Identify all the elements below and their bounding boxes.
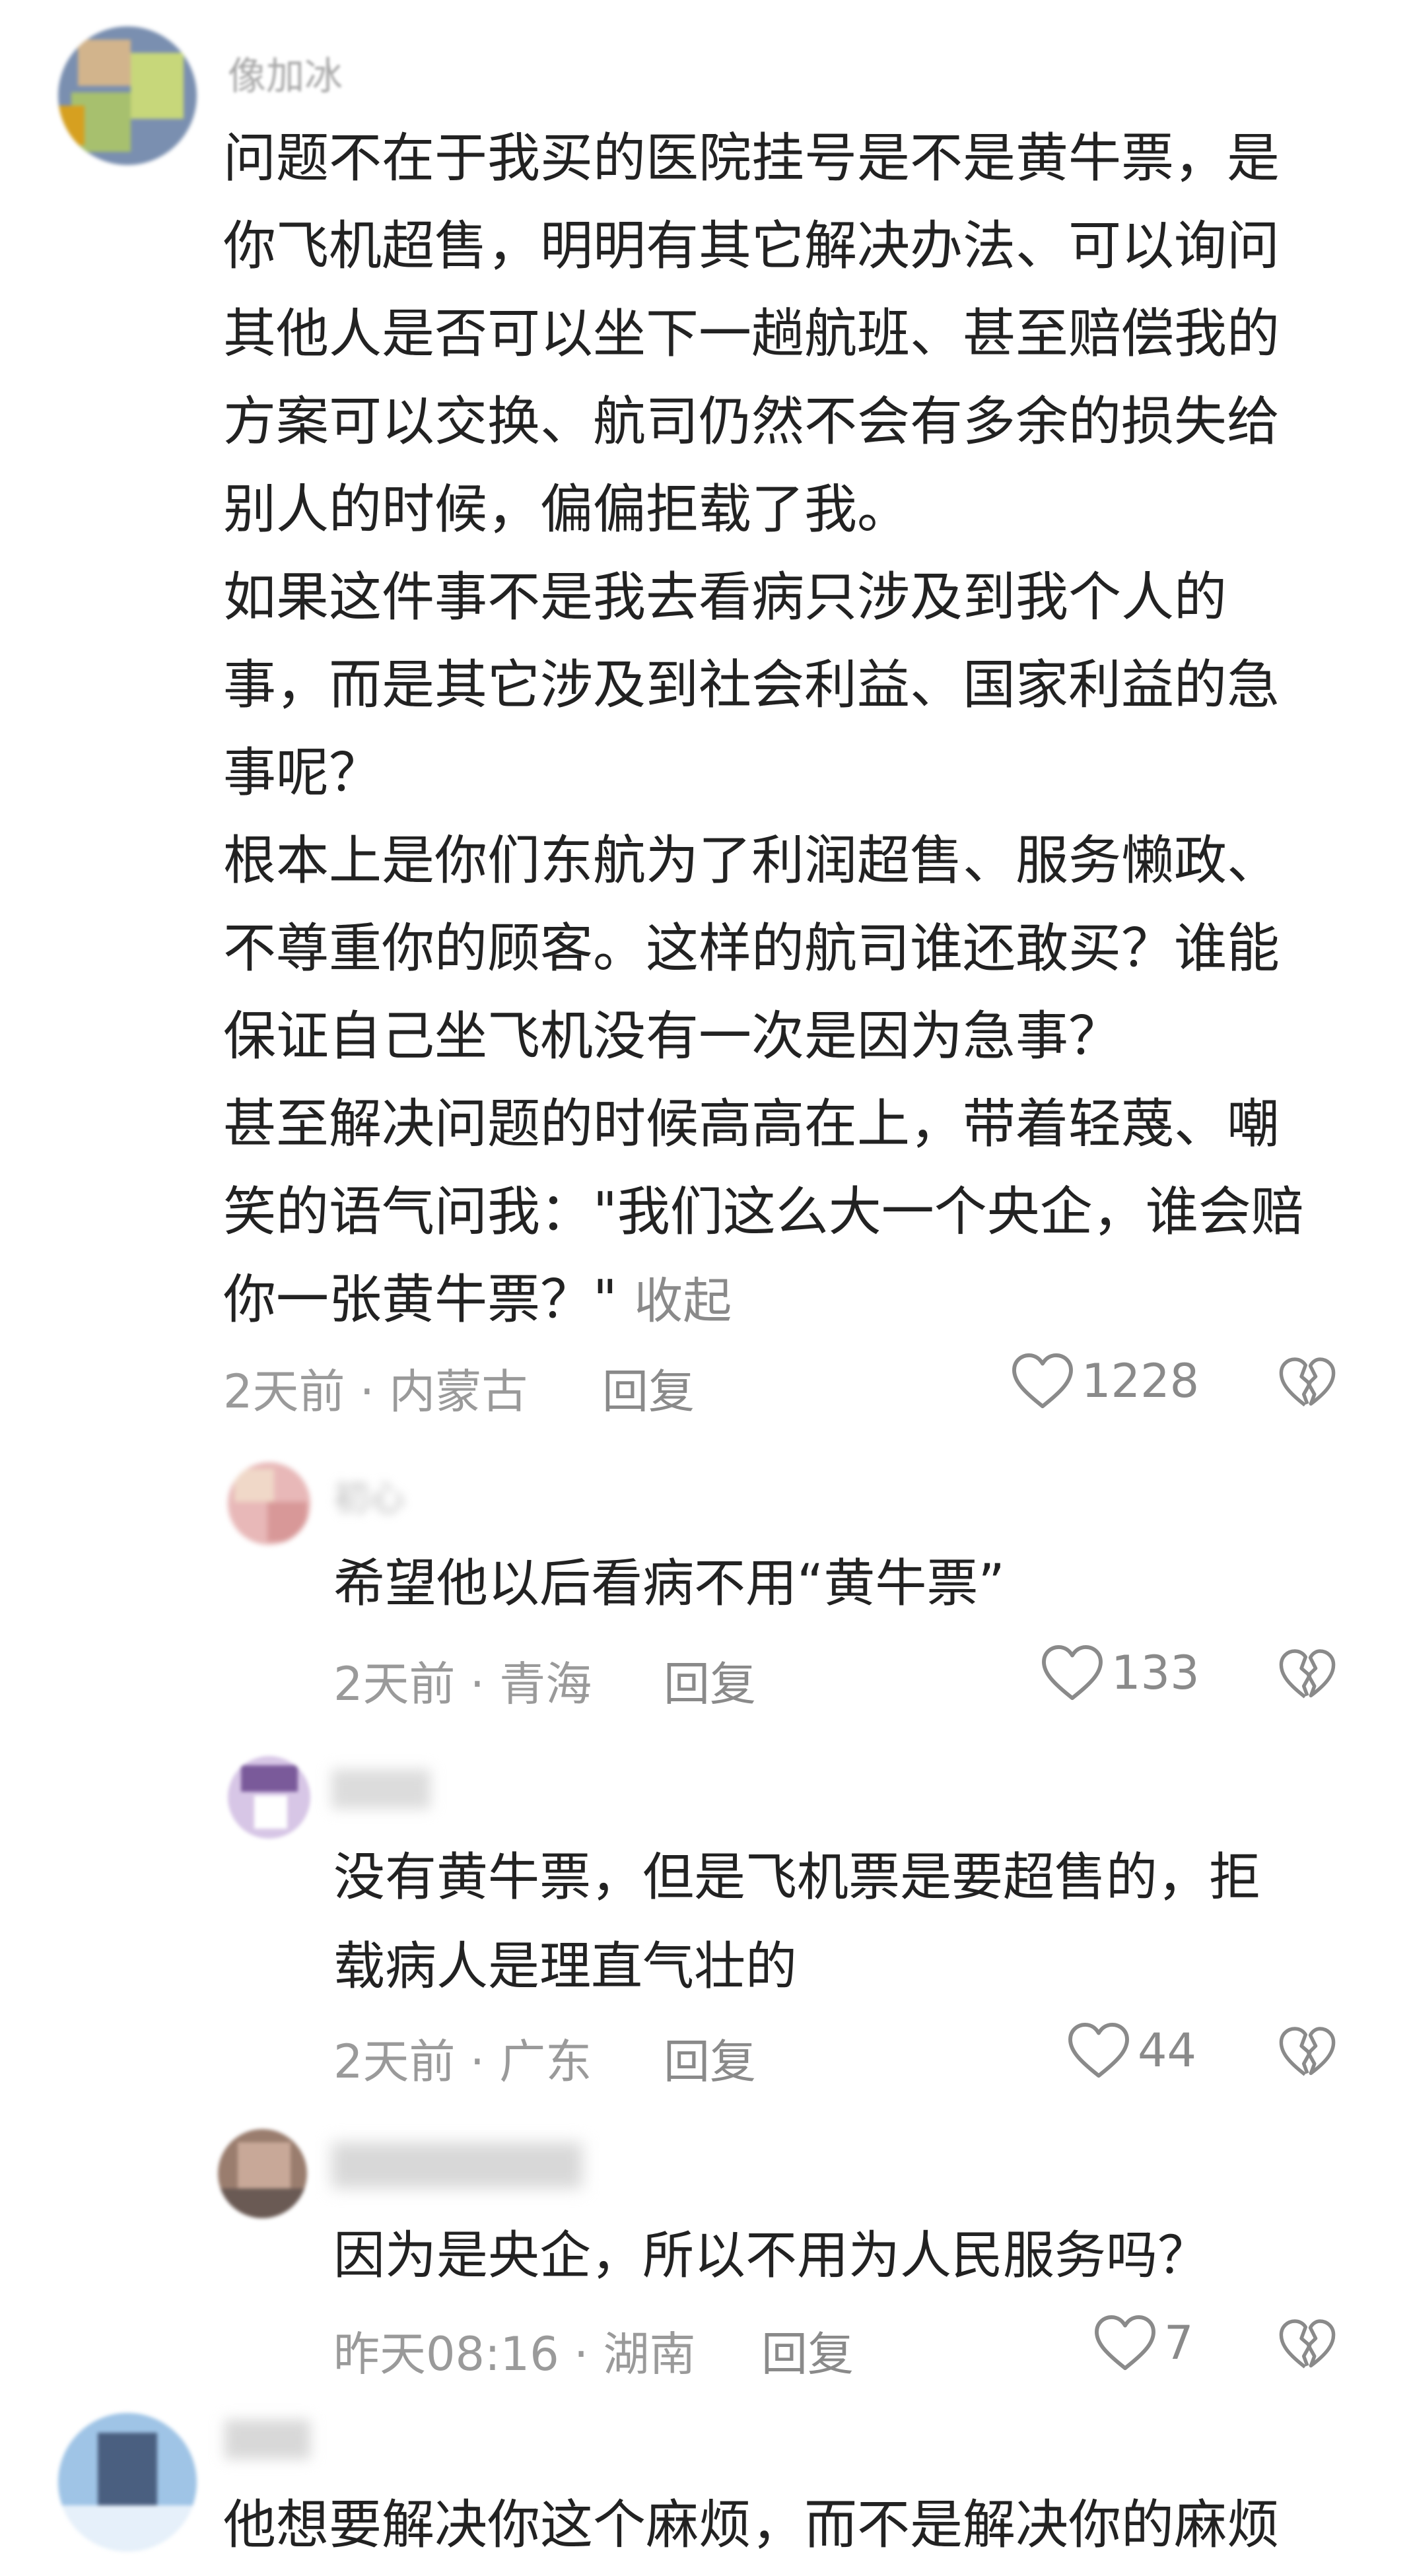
heart-icon xyxy=(1040,1644,1105,1702)
like-count: 44 xyxy=(1138,2023,1197,2078)
heart-icon xyxy=(1093,2314,1157,2372)
reply-button[interactable]: 回复 xyxy=(761,2317,854,2384)
avatar[interactable] xyxy=(218,2129,307,2218)
heart-icon xyxy=(1066,2021,1131,2080)
like-button[interactable]: 44 xyxy=(1066,2021,1196,2080)
comment-line: 根本上是你们东航为了利润超售、服务懒政、 xyxy=(223,830,1280,891)
comment-line: 甚至解决问题的时候高高在上，带着轻蔑、嘲 xyxy=(223,1093,1280,1155)
comment-text: 问题不在于我买的医院挂号是不是黄牛票，是 你飞机超售，明明有其它解决办法、可以询… xyxy=(223,114,1304,1343)
like-count: 7 xyxy=(1164,2316,1194,2370)
collapse-button[interactable]: 收起 xyxy=(634,1273,732,1330)
comment-line: 没有黄牛票，但是飞机票是要超售的，拒 xyxy=(333,1848,1261,1907)
broken-heart-icon[interactable] xyxy=(1278,1355,1337,1411)
comment-line: 别人的时候，偏偏拒载了我。 xyxy=(223,479,910,540)
comment-line: 如果这件事不是我去看病只涉及到我个人的 xyxy=(223,566,1227,628)
comment-text: 没有黄牛票，但是飞机票是要超售的，拒 载病人是理直气壮的 xyxy=(333,1833,1260,2012)
username-blur xyxy=(331,1769,430,1809)
like-count: 1228 xyxy=(1082,1354,1200,1408)
heart-icon xyxy=(1010,1352,1075,1410)
avatar[interactable] xyxy=(58,26,197,165)
comment-meta: 昨天08:16 · 湖南 xyxy=(333,2327,696,2381)
username[interactable]: 像加冰 xyxy=(228,45,343,100)
reply-button[interactable]: 回复 xyxy=(602,1355,695,1421)
like-button[interactable]: 133 xyxy=(1040,1644,1200,1702)
comment-meta: 2天前 · 内蒙古 xyxy=(223,1365,528,1419)
avatar[interactable] xyxy=(58,2413,197,2552)
comment-meta: 2天前 · 青海 xyxy=(333,1657,592,1711)
comment-line: 笑的语气问我："我们这么大一个央企，谁会赔 xyxy=(223,1181,1304,1242)
avatar[interactable] xyxy=(228,1756,310,1839)
comment-line: 你飞机超售，明明有其它解决办法、可以询问 xyxy=(223,215,1280,277)
comment-line: 他想要解决你这个麻烦，而不是解决你的麻烦 xyxy=(223,2494,1280,2556)
like-count: 133 xyxy=(1111,1646,1200,1700)
broken-heart-icon[interactable] xyxy=(1278,1646,1337,1703)
comment-line: 不尊重你的顾客。这样的航司谁还敢买？谁能 xyxy=(223,918,1280,979)
comment-line-text: 你一张黄牛票？" xyxy=(223,1269,635,1330)
username-blur xyxy=(331,2142,582,2188)
comment-line: 事呢？ xyxy=(223,742,382,803)
like-button[interactable]: 7 xyxy=(1093,2314,1194,2372)
broken-heart-icon[interactable] xyxy=(1278,2024,1337,2081)
comment-line: 事，而是其它涉及到社会利益、国家利益的急 xyxy=(223,654,1280,716)
comment-text: 他想要解决你这个麻烦，而不是解决你的麻烦 xyxy=(223,2481,1280,2569)
comment-line: 希望他以后看病不用“黄牛票” xyxy=(333,1554,1005,1613)
username[interactable]: 初心 xyxy=(333,1469,405,1521)
broken-heart-icon[interactable] xyxy=(1278,2317,1337,2373)
comment-line: 因为是央企，所以不用为人民服务吗？ xyxy=(333,2226,1210,2286)
like-button[interactable]: 1228 xyxy=(1010,1352,1199,1410)
comment-line: 你一张黄牛票？" 收起 xyxy=(223,1256,1304,1343)
reply-button[interactable]: 回复 xyxy=(664,1647,756,1714)
comment-line: 其他人是否可以坐下一趟航班、甚至赔偿我的 xyxy=(223,303,1280,364)
comment-text: 希望他以后看病不用“黄牛票” xyxy=(333,1540,1005,1629)
comment-text: 因为是央企，所以不用为人民服务吗？ xyxy=(333,2212,1209,2301)
reply-button[interactable]: 回复 xyxy=(664,2025,756,2091)
comment-line: 保证自己坐飞机没有一次是因为急事？ xyxy=(223,1005,1121,1067)
comment-line: 载病人是理直气壮的 xyxy=(333,1937,798,1996)
comment-meta: 2天前 · 广东 xyxy=(333,2035,592,2089)
comment-line: 方案可以交换、航司仍然不会有多余的损失给 xyxy=(223,391,1280,452)
avatar[interactable] xyxy=(228,1462,310,1545)
comment-line: 问题不在于我买的医院挂号是不是黄牛票，是 xyxy=(223,127,1280,189)
username-blur xyxy=(224,2420,310,2459)
